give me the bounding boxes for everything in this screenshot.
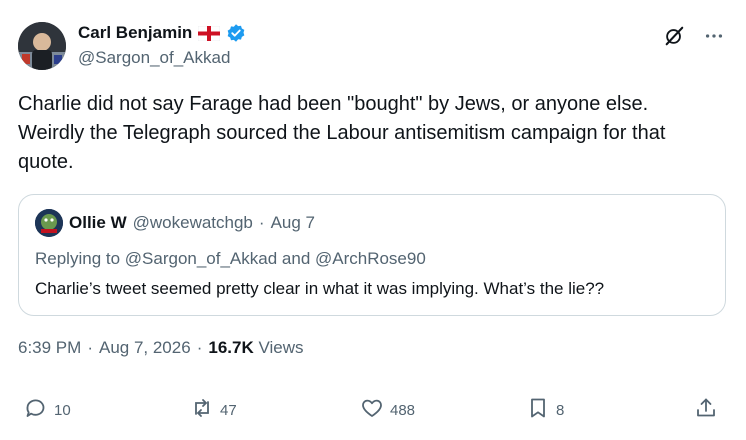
author-block: Carl Benjamin @Sargon_of_Akkad xyxy=(78,22,246,68)
share-icon xyxy=(694,396,718,424)
like-button[interactable]: 488 xyxy=(360,396,415,424)
quote-text: Charlie’s tweet seemed pretty clear in w… xyxy=(35,279,605,298)
top-actions xyxy=(662,24,726,48)
bookmark-icon xyxy=(526,396,550,424)
verified-badge-icon[interactable] xyxy=(226,23,246,43)
quote-author-name[interactable]: Ollie W xyxy=(69,213,127,233)
post-text: Charlie did not say Farage had been "bou… xyxy=(18,93,666,173)
share-button[interactable] xyxy=(694,396,718,424)
repost-count: 47 xyxy=(220,401,237,419)
bookmark-count: 8 xyxy=(556,401,565,419)
reply-count: 10 xyxy=(54,401,71,419)
views-count: 16.7K xyxy=(208,338,254,357)
quote-separator: · xyxy=(258,213,265,232)
grok-icon[interactable] xyxy=(662,24,686,48)
quote-header: Ollie W @wokewatchgb · Aug 7 xyxy=(35,209,709,237)
england-flag-icon xyxy=(198,25,221,41)
quote-replying-to: Replying to @Sargon_of_Akkad and @ArchRo… xyxy=(35,249,426,268)
heart-icon xyxy=(360,396,384,424)
repost-button[interactable]: 47 xyxy=(190,396,237,424)
quote-author-handle[interactable]: @wokewatchgb xyxy=(133,213,253,233)
author-handle[interactable]: @Sargon_of_Akkad xyxy=(78,48,246,68)
post-time[interactable]: 6:39 PM xyxy=(18,338,81,358)
post-date[interactable]: Aug 7, 2026 xyxy=(99,338,191,358)
reply-button[interactable]: 10 xyxy=(24,396,71,424)
reply-icon xyxy=(24,396,48,424)
quote-date[interactable]: Aug 7 xyxy=(271,213,315,233)
meta-separator: · xyxy=(87,338,93,357)
quote-avatar[interactable] xyxy=(35,209,63,237)
bookmark-button[interactable]: 8 xyxy=(526,396,564,424)
like-count: 488 xyxy=(390,401,416,419)
more-horizontal-icon[interactable] xyxy=(702,24,726,48)
quoted-post[interactable]: Ollie W @wokewatchgb · Aug 7 Replying to… xyxy=(18,194,726,316)
meta-separator: · xyxy=(196,338,203,357)
action-bar: 10 47 488 8 xyxy=(0,396,746,426)
repost-icon xyxy=(190,396,214,424)
views-label: Views xyxy=(258,338,304,357)
post-meta: 6:39 PM · Aug 7, 2026 · 16.7K Views xyxy=(18,338,304,358)
author-name[interactable]: Carl Benjamin xyxy=(78,23,192,43)
author-avatar[interactable] xyxy=(18,22,66,70)
